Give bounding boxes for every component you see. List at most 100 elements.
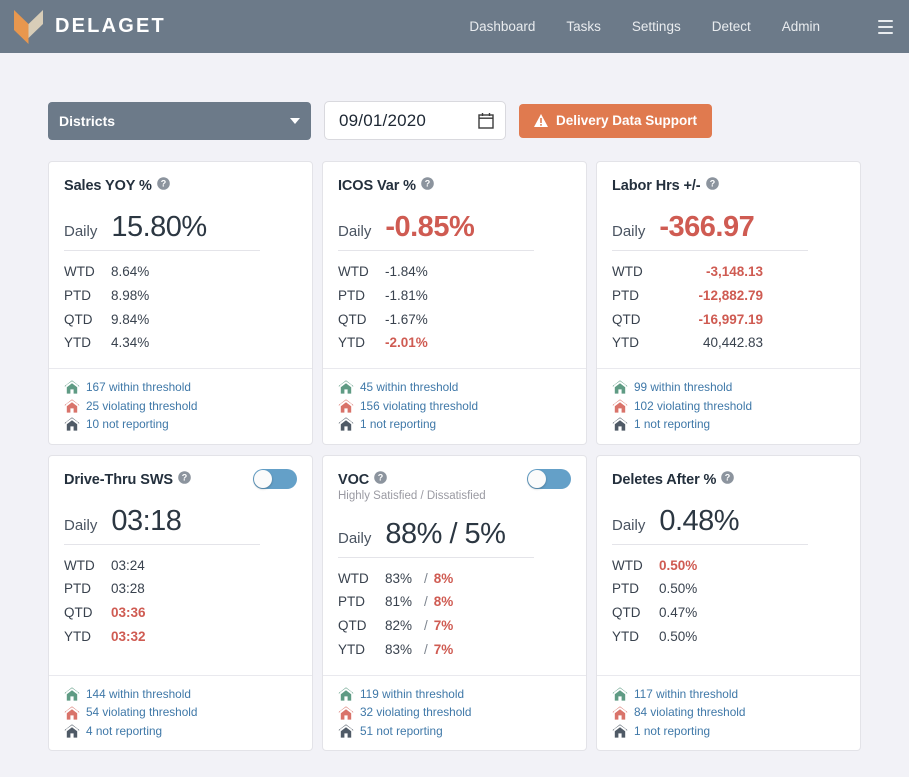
threshold-not-reporting[interactable]: 1 not reporting: [612, 415, 845, 434]
house-red-icon: [338, 399, 354, 413]
date-input[interactable]: 09/01/2020: [324, 101, 506, 140]
card-title: ICOS Var %: [338, 178, 416, 194]
divider: [338, 556, 534, 558]
metric-row-value: -1.67%: [385, 311, 428, 327]
metric-row-value: -1.84%: [385, 264, 428, 279]
card-toggle[interactable]: [527, 468, 571, 489]
house-gray-icon: [612, 417, 628, 432]
calendar-icon[interactable]: [478, 112, 494, 129]
threshold-within-label: 167 within threshold: [86, 380, 191, 395]
threshold-violating[interactable]: 84 violating threshold: [612, 703, 845, 722]
threshold-not-reporting[interactable]: 10 not reporting: [64, 415, 297, 434]
house-red-icon: [612, 399, 628, 413]
threshold-not-reporting[interactable]: 1 not reporting: [338, 415, 571, 434]
metric-row-key: QTD: [612, 605, 641, 621]
metric-row-key: WTD: [338, 570, 369, 586]
filter-toolbar: Districts 09/01/2020 Delivery Data Suppo…: [0, 53, 909, 140]
help-circle-icon[interactable]: ?: [705, 177, 719, 190]
metric-card-header: Drive-Thru SWS?: [64, 468, 297, 489]
svg-text:?: ?: [378, 472, 384, 482]
threshold-within[interactable]: 45 within threshold: [338, 378, 571, 397]
help-circle-icon[interactable]: ?: [157, 177, 170, 190]
nav-link-settings[interactable]: Settings: [632, 19, 681, 34]
card-toggle[interactable]: [253, 468, 297, 489]
brand-logo[interactable]: DELAGET: [14, 9, 166, 44]
metric-row: PTD 81% / 8%: [338, 590, 571, 614]
threshold-within[interactable]: 99 within threshold: [612, 378, 845, 397]
svg-text:?: ?: [161, 179, 167, 189]
metric-row: YTD 83% / 7%: [338, 638, 571, 662]
metric-row-value: 03:24: [111, 557, 145, 573]
metric-row-value: 03:36: [111, 605, 146, 621]
metric-row: PTD 0.50%: [612, 577, 845, 601]
metric-row-value: 83%: [385, 570, 413, 586]
house-gray-icon: [612, 724, 628, 738]
metric-rows: WTD 83% / 8% PTD 81% / 8% QTD 82% / 7% YTD 83% / 7%: [338, 567, 571, 675]
metric-row-key: YTD: [338, 335, 365, 351]
metric-card-body: Sales YOY %? Daily 15.80% WTD 8.64% PTD 8.98% Q…: [49, 162, 312, 368]
metric-row-separator: /: [424, 594, 428, 610]
metric-card-header: Sales YOY %?: [64, 175, 297, 195]
metric-row: YTD 4.34%: [64, 331, 297, 355]
daily-metric: Daily 0.48%: [612, 504, 845, 544]
metric-row: PTD -12,882.79: [612, 284, 845, 308]
help-circle-icon[interactable]: ?: [374, 470, 387, 484]
hamburger-menu-icon[interactable]: [878, 19, 893, 34]
help-circle-icon[interactable]: ?: [178, 470, 191, 484]
metric-row: QTD 9.84%: [64, 308, 297, 332]
threshold-violating[interactable]: 32 violating threshold: [338, 703, 571, 722]
nav-link-admin[interactable]: Admin: [782, 19, 820, 34]
threshold-within[interactable]: 119 within threshold: [338, 685, 571, 704]
metric-row-key: YTD: [612, 335, 639, 351]
threshold-summary: 167 within threshold 25 violating thresho…: [49, 368, 312, 444]
threshold-violating-label: 25 violating threshold: [86, 398, 198, 413]
daily-metric: Daily -0.85%: [338, 213, 571, 250]
threshold-within-label: 45 within threshold: [360, 380, 459, 395]
house-gray-icon: [64, 724, 80, 738]
nav-link-tasks[interactable]: Tasks: [566, 19, 601, 34]
metric-row-value: 4.34%: [111, 335, 150, 351]
district-select[interactable]: Districts: [48, 101, 311, 140]
delivery-data-support-button[interactable]: Delivery Data Support: [519, 103, 713, 138]
help-circle-icon[interactable]: ?: [721, 470, 735, 484]
nav-link-detect[interactable]: Detect: [712, 19, 751, 34]
threshold-violating[interactable]: 54 violating threshold: [64, 703, 297, 722]
threshold-within-label: 117 within threshold: [634, 686, 739, 701]
threshold-violating-label: 84 violating threshold: [634, 705, 746, 720]
threshold-not-reporting[interactable]: 4 not reporting: [64, 722, 297, 741]
daily-value: 03:18: [111, 504, 182, 537]
top-navbar: DELAGET Dashboard Tasks Settings Detect …: [0, 0, 909, 53]
daily-metric: Daily -366.97: [612, 213, 845, 250]
metric-row-key: PTD: [338, 287, 365, 303]
threshold-within[interactable]: 167 within threshold: [64, 378, 297, 397]
threshold-within[interactable]: 117 within threshold: [612, 685, 845, 704]
card-title: Labor Hrs +/-: [612, 178, 701, 194]
threshold-violating[interactable]: 102 violating threshold: [612, 397, 845, 416]
metric-row-value: -16,997.19: [698, 311, 763, 327]
threshold-not-reporting[interactable]: 1 not reporting: [612, 722, 845, 741]
metric-row-value: -1.81%: [385, 287, 428, 303]
delaget-chevron-logo-icon: [14, 9, 43, 44]
threshold-violating[interactable]: 25 violating threshold: [64, 397, 297, 416]
daily-value: 0.48%: [659, 504, 740, 537]
nav-link-dashboard[interactable]: Dashboard: [469, 19, 535, 34]
metric-card-grid: Sales YOY %? Daily 15.80% WTD 8.64% PTD 8.98% Q…: [0, 140, 861, 752]
threshold-not-reporting[interactable]: 51 not reporting: [338, 722, 571, 741]
house-gray-icon: [338, 417, 354, 432]
metric-row-value: 0.47%: [659, 605, 698, 621]
card-title: Sales YOY %: [64, 178, 152, 194]
threshold-violating[interactable]: 156 violating threshold: [338, 397, 571, 416]
threshold-summary: 119 within threshold 32 violating thresho…: [323, 674, 586, 751]
house-green-icon: [64, 380, 80, 395]
metric-row-key: QTD: [338, 618, 367, 634]
daily-label: Daily: [612, 516, 646, 534]
metric-row: QTD -16,997.19: [612, 308, 845, 332]
help-circle-icon[interactable]: ?: [421, 177, 434, 190]
threshold-not-reporting-label: 10 not reporting: [86, 417, 169, 432]
delivery-data-support-label: Delivery Data Support: [556, 113, 698, 128]
threshold-violating-label: 102 violating threshold: [634, 398, 753, 413]
metric-row-value-secondary: 8%: [433, 570, 454, 586]
metric-row-key: YTD: [338, 642, 365, 658]
threshold-within[interactable]: 144 within threshold: [64, 685, 297, 704]
divider: [338, 250, 534, 251]
